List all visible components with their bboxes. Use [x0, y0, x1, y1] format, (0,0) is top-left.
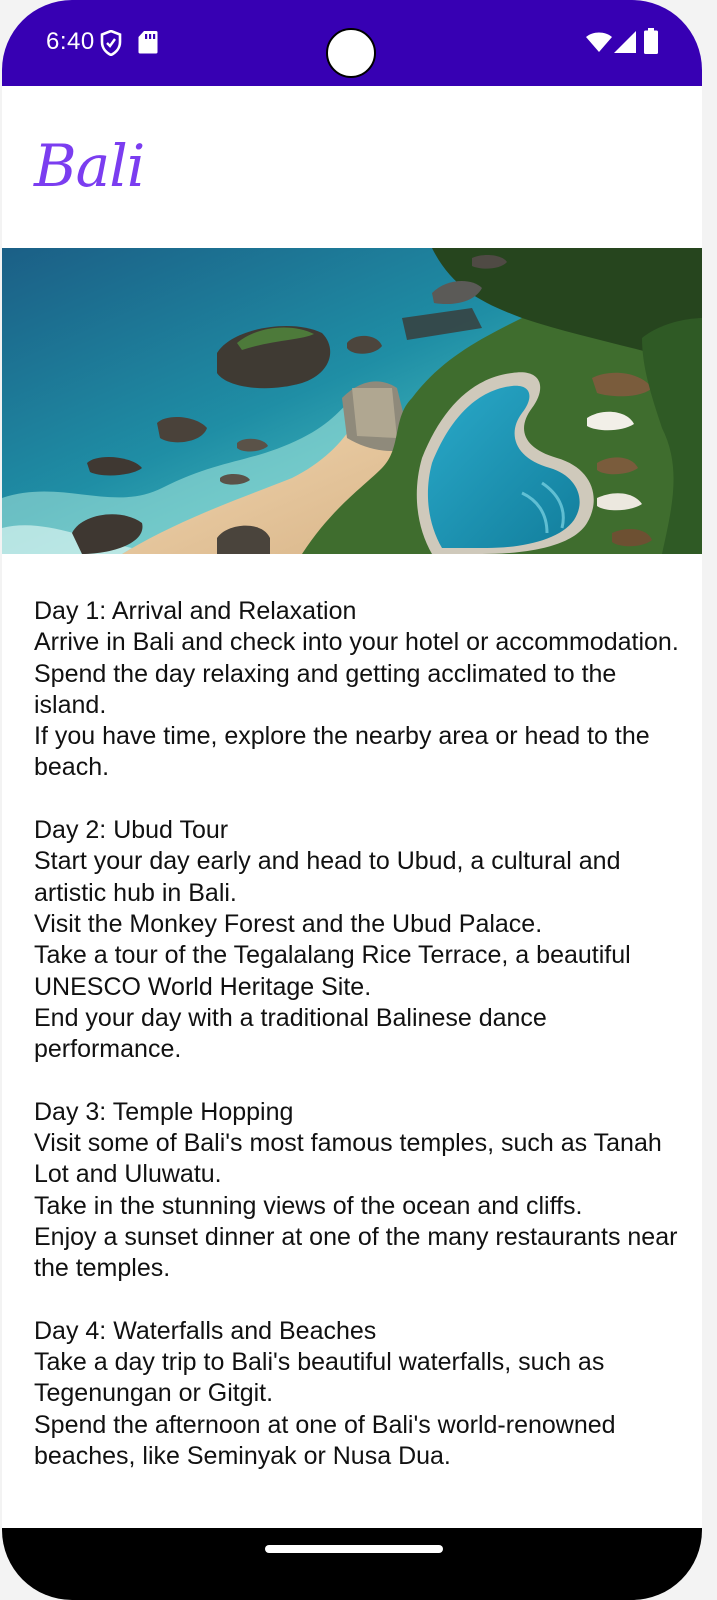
- phone-screen: 6:40 Bali Day 1: Arrival and Relaxation …: [2, 0, 702, 1600]
- app-bar: Bali: [2, 86, 702, 248]
- battery-icon: [644, 28, 658, 54]
- wifi-icon: [586, 32, 612, 52]
- day-block: Day 4: Waterfalls and Beaches Take a day…: [34, 1316, 684, 1472]
- day-heading: Day 2: Ubud Tour: [34, 816, 229, 845]
- itinerary-line: If you have time, explore the nearby are…: [34, 722, 650, 782]
- itinerary-line: Take a tour of the Tegalalang Rice Terra…: [34, 941, 631, 1001]
- navigation-bar: [2, 1528, 702, 1600]
- itinerary-line: Start your day early and head to Ubud, a…: [34, 847, 621, 907]
- itinerary-line: End your day with a traditional Balinese…: [34, 1003, 547, 1064]
- itinerary-line: Take in the stunning views of the ocean …: [34, 1191, 583, 1220]
- signal-icon: [614, 31, 636, 53]
- itinerary-line: Enjoy a sunset dinner at one of the many…: [34, 1222, 678, 1283]
- day-heading: Day 1: Arrival and Relaxation: [34, 597, 357, 625]
- itinerary-line: Visit the Monkey Forest and the Ubud Pal…: [34, 909, 543, 938]
- itinerary-line: Visit some of Bali's most famous temples…: [34, 1129, 662, 1189]
- day-block: Day 2: Ubud Tour Start your day early an…: [34, 815, 684, 1065]
- camera-cutout: [326, 28, 376, 78]
- beach-resort-photo: [2, 248, 702, 554]
- day-block: Day 3: Temple Hopping Visit some of Bali…: [34, 1097, 684, 1285]
- sd-card-icon: [138, 31, 158, 54]
- itinerary-line: Spend the afternoon at one of Bali's wor…: [34, 1410, 616, 1471]
- itinerary-line: Arrive in Bali and check into your hotel…: [34, 628, 679, 657]
- day-heading: Day 4: Waterfalls and Beaches: [34, 1316, 377, 1345]
- home-gesture-handle[interactable]: [265, 1545, 443, 1553]
- page-title: Bali: [34, 132, 145, 200]
- status-time: 6:40: [46, 28, 95, 55]
- day-block: Day 1: Arrival and Relaxation Arrive in …: [34, 596, 684, 784]
- day-heading: Day 3: Temple Hopping: [34, 1097, 294, 1126]
- itinerary-line: Take a day trip to Bali's beautiful wate…: [34, 1348, 605, 1408]
- itinerary-text: Day 1: Arrival and Relaxation Arrive in …: [34, 596, 684, 1496]
- hero-image: [2, 248, 702, 554]
- itinerary-line: Spend the day relaxing and getting accli…: [34, 659, 617, 719]
- shield-icon: [100, 30, 122, 56]
- status-bar: 6:40: [2, 0, 702, 86]
